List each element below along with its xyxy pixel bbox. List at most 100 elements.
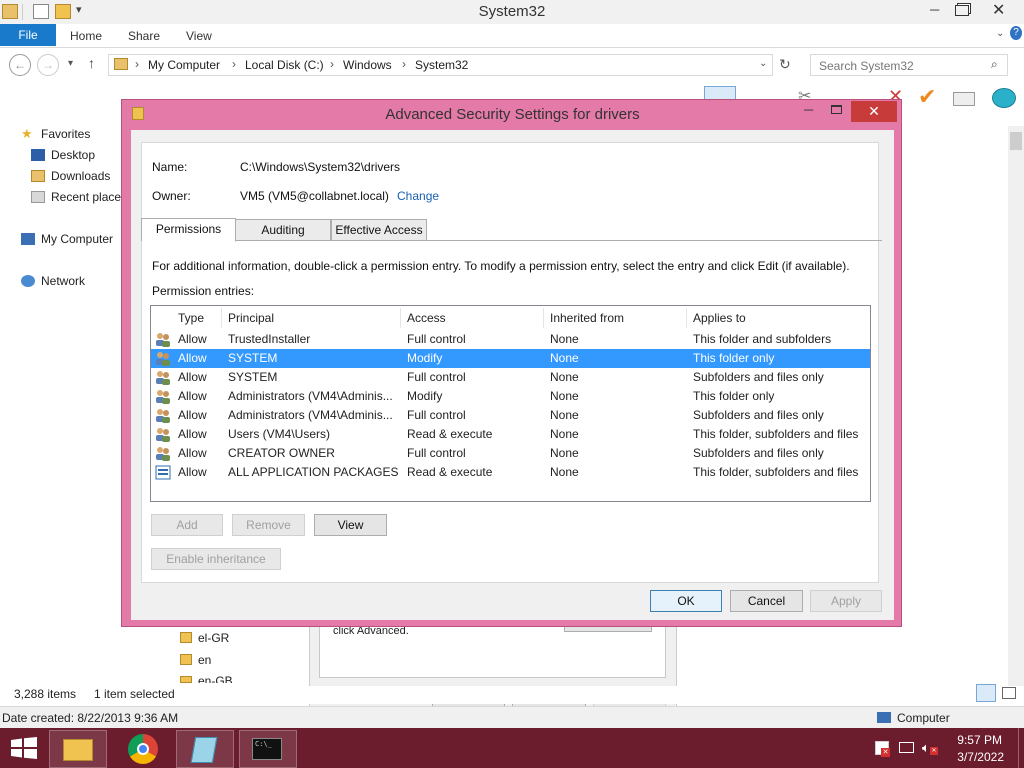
nav-favorites[interactable]: Favorites	[41, 127, 90, 141]
column-header-access[interactable]: Access	[407, 311, 446, 325]
chevron-right-icon: ›	[232, 57, 236, 71]
breadcrumb-windows[interactable]: Windows	[343, 58, 392, 72]
tab-share[interactable]: Share	[128, 29, 160, 43]
folder-icon	[180, 654, 192, 665]
show-desktop-button[interactable]	[1018, 728, 1024, 768]
column-divider[interactable]	[221, 308, 222, 328]
clock-date[interactable]: 3/7/2022	[952, 750, 1004, 764]
breadcrumb-my-computer[interactable]: My Computer	[148, 58, 220, 72]
folder-icon	[180, 632, 192, 643]
cell-principal: TrustedInstaller	[228, 332, 311, 346]
nav-downloads[interactable]: Downloads	[51, 169, 110, 183]
volume-muted-icon[interactable]: 🔈︎	[922, 740, 930, 756]
column-header-principal[interactable]: Principal	[228, 311, 274, 325]
nav-recent-places[interactable]: Recent places	[51, 190, 127, 204]
chevron-down-icon[interactable]: ⌄	[759, 58, 767, 69]
column-divider[interactable]	[400, 308, 401, 328]
minimize-icon[interactable]: ─	[804, 102, 813, 117]
command-prompt-icon: C:\_	[252, 738, 282, 760]
cancel-button[interactable]: Cancel	[730, 590, 803, 612]
start-icon[interactable]	[10, 737, 38, 759]
column-divider[interactable]	[543, 308, 544, 328]
up-button[interactable]: ↑	[88, 55, 95, 71]
tab-home[interactable]: Home	[70, 29, 102, 43]
tab-permissions[interactable]: Permissions	[141, 218, 236, 242]
search-input[interactable]: Search System32	[810, 54, 1008, 76]
list-item[interactable]: en	[198, 653, 211, 667]
close-button[interactable]: ✕	[851, 101, 897, 122]
chrome-icon	[128, 734, 158, 764]
breadcrumb-system32[interactable]: System32	[415, 58, 468, 72]
view-button[interactable]: View	[314, 514, 387, 536]
scrollbar[interactable]	[1008, 126, 1024, 686]
enable-inheritance-button[interactable]: Enable inheritance	[151, 548, 281, 570]
column-divider[interactable]	[686, 308, 687, 328]
table-row[interactable]: Allow CREATOR OWNER Full control None Subfol…	[151, 444, 870, 463]
ok-button[interactable]: OK	[650, 590, 722, 612]
tab-view[interactable]: View	[186, 29, 212, 43]
column-header-type[interactable]: Type	[178, 311, 204, 325]
cell-principal: SYSTEM	[228, 351, 278, 365]
apply-button[interactable]: Apply	[810, 590, 882, 612]
table-row[interactable]: Allow ALL APPLICATION PACKAGES Read & exec…	[151, 463, 870, 482]
details-view-icon[interactable]	[976, 684, 996, 702]
column-header-applies-to[interactable]: Applies to	[693, 311, 746, 325]
users-icon	[155, 427, 171, 442]
cell-inherited: None	[550, 370, 579, 384]
cell-type: Allow	[178, 370, 207, 384]
large-icons-view-icon[interactable]	[1002, 687, 1016, 699]
close-icon[interactable]: ✕	[992, 0, 1005, 20]
name-value: C:\Windows\System32\drivers	[240, 160, 401, 174]
cell-access: Read & execute	[407, 427, 493, 441]
back-button[interactable]: ←	[9, 54, 31, 76]
cell-principal: Administrators (VM4\Adminis...	[228, 408, 393, 422]
cell-applies: This folder, subfolders and files	[693, 465, 859, 479]
nav-network[interactable]: Network	[41, 274, 85, 288]
users-icon	[155, 408, 171, 423]
list-item[interactable]: en-GB	[198, 674, 233, 683]
tab-auditing[interactable]: Auditing	[235, 219, 331, 241]
refresh-icon[interactable]: ↻	[779, 56, 791, 73]
add-button[interactable]: Add	[151, 514, 223, 536]
table-row[interactable]: Allow SYSTEM Full control None Subfolders an…	[151, 368, 870, 387]
minimize-icon[interactable]: ─	[930, 2, 939, 17]
clock-time[interactable]: 9:57 PM	[952, 733, 1002, 747]
forward-button[interactable]: →	[37, 54, 59, 76]
nav-desktop[interactable]: Desktop	[51, 148, 95, 162]
help-icon[interactable]: ?	[1010, 26, 1022, 40]
cell-type: Allow	[178, 389, 207, 403]
maximize-icon[interactable]	[831, 105, 842, 114]
tab-file[interactable]: File	[0, 24, 56, 46]
tab-effective-access[interactable]: Effective Access	[331, 219, 427, 241]
table-row[interactable]: Allow TrustedInstaller Full control None Thi…	[151, 330, 870, 349]
network-status-icon[interactable]	[899, 742, 914, 753]
file-explorer-icon	[63, 739, 93, 761]
action-center-icon[interactable]: ✕	[875, 741, 890, 757]
cell-applies: This folder only	[693, 389, 775, 403]
rename-icon[interactable]	[953, 92, 975, 106]
table-row[interactable]: Allow Administrators (VM4\Adminis... Modif…	[151, 387, 870, 406]
checkmark-icon[interactable]: ✔	[918, 84, 936, 110]
search-icon[interactable]: ⌕	[991, 57, 998, 72]
cell-inherited: None	[550, 389, 579, 403]
cell-principal: CREATOR OWNER	[228, 446, 335, 460]
nav-my-computer[interactable]: My Computer	[41, 232, 113, 246]
table-row[interactable]: Allow SYSTEM Modify None This folder only	[151, 349, 870, 368]
window-title: System32	[478, 3, 546, 20]
table-row[interactable]: Allow Administrators (VM4\Adminis... Full …	[151, 406, 870, 425]
cell-applies: Subfolders and files only	[693, 408, 824, 422]
scrollbar-thumb[interactable]	[1010, 132, 1022, 150]
globe-icon[interactable]	[992, 88, 1016, 108]
restore-icon[interactable]	[955, 5, 969, 16]
remove-button[interactable]: Remove	[232, 514, 305, 536]
column-header-inherited-from[interactable]: Inherited from	[550, 311, 624, 325]
table-row[interactable]: Allow Users (VM4\Users) Read & execute None…	[151, 425, 870, 444]
recent-locations-icon[interactable]: ▾	[68, 58, 73, 69]
cell-applies: Subfolders and files only	[693, 370, 824, 384]
expand-ribbon-icon[interactable]: ⌄	[996, 28, 1004, 39]
users-icon	[155, 446, 171, 461]
change-owner-link[interactable]: Change	[397, 189, 439, 203]
folder-icon	[180, 676, 192, 683]
breadcrumb-local-disk[interactable]: Local Disk (C:)	[245, 58, 324, 72]
list-item[interactable]: el-GR	[198, 631, 229, 645]
